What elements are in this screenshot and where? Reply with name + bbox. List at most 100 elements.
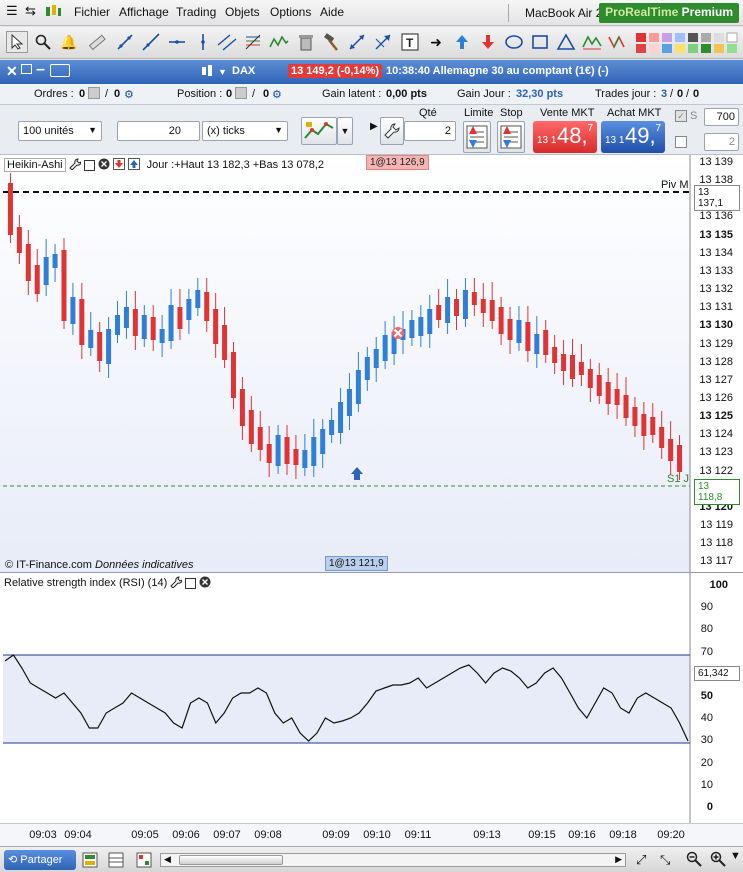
target-distance-input[interactable]: 2 [704,133,739,151]
trend-arrow-icon[interactable] [372,31,394,53]
menu-trading[interactable]: Trading [176,5,216,19]
instrument-name[interactable]: DAX [232,65,255,77]
zoom-icon[interactable] [32,31,54,53]
menu-bar: ☰ ⇆ Fichier Affichage Trading Objets Opt… [0,0,743,26]
arrow-down-icon[interactable] [477,31,499,53]
rsi-axis-label: 0 [706,801,713,813]
menu-objets[interactable]: Objets [225,5,260,19]
close-position-icon[interactable] [235,87,247,99]
ruler-icon[interactable] [86,31,108,53]
order-tag[interactable]: 1@13 126,9 [366,155,429,170]
menu-affichage[interactable]: Affichage [119,5,169,19]
strategy-button[interactable] [301,117,337,145]
arrow-up-icon[interactable] [451,31,473,53]
rsi-current-tag: 61,342 [694,666,740,681]
arrow-right-icon[interactable]: ➜ [425,31,447,53]
chevron-down-icon[interactable]: ▼ [730,850,741,862]
sell-marker[interactable] [392,327,404,339]
color-palette[interactable] [634,31,741,55]
close-icon[interactable] [199,576,211,591]
minimize-icon[interactable]: – [36,61,45,79]
wrench-icon[interactable] [170,576,183,591]
share-button[interactable]: ⟲ Partager [4,850,76,870]
rsi-neutral-zone [3,655,690,743]
maximize-icon[interactable] [185,577,197,589]
fit-vertical-icon[interactable]: ⤡ [660,852,670,868]
text-tool-icon[interactable]: T [399,31,421,53]
cancel-orders-icon[interactable] [88,87,100,99]
fibonacci-icon[interactable] [242,31,264,53]
buy-market-button[interactable]: 13 1 49, 7 [601,121,665,153]
rectangle-icon[interactable] [529,31,551,53]
horizontal-scrollbar[interactable]: ◀ ▶ [160,853,626,867]
scrollbar-thumb[interactable] [179,855,283,865]
menu-fichier[interactable]: Fichier [74,5,110,19]
stop-order-button[interactable] [497,121,525,153]
chevron-down-icon[interactable]: ▼ [218,67,227,77]
candle-body [569,355,575,379]
triangle-icon[interactable] [555,31,577,53]
gain-jour-label: Gain Jour : [457,88,511,100]
zoom-out-icon[interactable] [686,851,702,870]
chevron-down-icon: ▼ [88,125,97,135]
channel-icon[interactable] [216,31,238,53]
ray-icon[interactable] [140,31,162,53]
menu-options[interactable]: Options [270,5,311,19]
gear-icon[interactable]: ⚙ [272,88,282,101]
scroll-right-icon[interactable]: ▶ [615,854,622,865]
target-checkbox[interactable] [675,136,687,148]
price-chart-canvas[interactable] [0,155,743,572]
bell-icon[interactable]: 🔔 [58,31,80,53]
stop-distance-input[interactable]: 700 [704,108,739,126]
fill-tag[interactable]: 1@13 121,9 [325,556,388,571]
ellipse-icon[interactable] [503,31,525,53]
maximize-icon[interactable] [83,159,95,171]
swap-icon[interactable]: ⇆ [25,3,36,19]
ticks-input[interactable]: 20 [117,121,200,141]
list-icon[interactable]: ☰ [6,3,18,19]
candles-icon[interactable] [44,3,62,19]
hammer-icon[interactable] [320,31,342,53]
ticks-unit-select[interactable]: (x) ticks ▼ [202,121,288,141]
trash-icon[interactable] [295,31,317,53]
candle-body [159,329,165,343]
rsi-canvas[interactable] [0,573,743,823]
rsi-panel[interactable]: Relative strength index (RSI) (14) 100 90… [0,573,743,823]
pattern-icon[interactable] [581,31,603,53]
pointer-icon[interactable] [6,31,28,53]
stop-checkbox[interactable]: ✓ [675,110,687,122]
zoom-in-icon[interactable] [710,851,726,870]
wrench-icon[interactable] [68,158,82,173]
limit-order-button[interactable] [463,121,491,153]
fit-icon[interactable]: ⤢ [636,852,646,868]
sell-market-button[interactable]: 13 1 48, 7 [533,121,597,153]
strategy-dropdown[interactable]: ▼ [337,117,353,145]
rsi-title: Relative strength index (RSI) (14) [4,577,168,589]
grid-icon[interactable] [108,852,124,868]
brand-logo: ProRealTime Premium [599,3,739,23]
candle-body [659,427,665,448]
scroll-left-icon[interactable]: ◀ [164,854,171,865]
horizontal-line-icon[interactable] [166,31,188,53]
wave-icon[interactable] [268,31,290,53]
menu-aide[interactable]: Aide [320,5,344,19]
line-icon[interactable] [114,31,136,53]
wrench-button[interactable] [380,117,404,145]
qty-input[interactable]: 2 [404,121,456,141]
close-icon[interactable]: ✕ [6,63,18,80]
download-icon[interactable] [112,157,125,173]
quantity-select[interactable]: 100 unités ▼ [18,121,102,141]
keyboard-icon[interactable] [50,64,70,77]
maximize-icon[interactable] [21,64,32,74]
share-label: Partager [20,854,63,866]
gear-icon[interactable]: ⚙ [124,88,134,101]
upload-icon[interactable] [127,157,140,173]
zigzag-icon[interactable] [607,31,629,53]
close-icon[interactable] [98,158,110,173]
layout-icon[interactable] [82,852,98,868]
vertical-line-icon[interactable] [192,31,214,53]
price-chart-panel[interactable]: Heikin-Ashi Jour :+Haut 13 182,3 +Bas 13… [0,155,743,622]
collapse-arrow-icon[interactable]: ▶ [370,121,378,132]
expand-icon[interactable] [346,31,368,53]
template-icon[interactable] [136,852,152,868]
